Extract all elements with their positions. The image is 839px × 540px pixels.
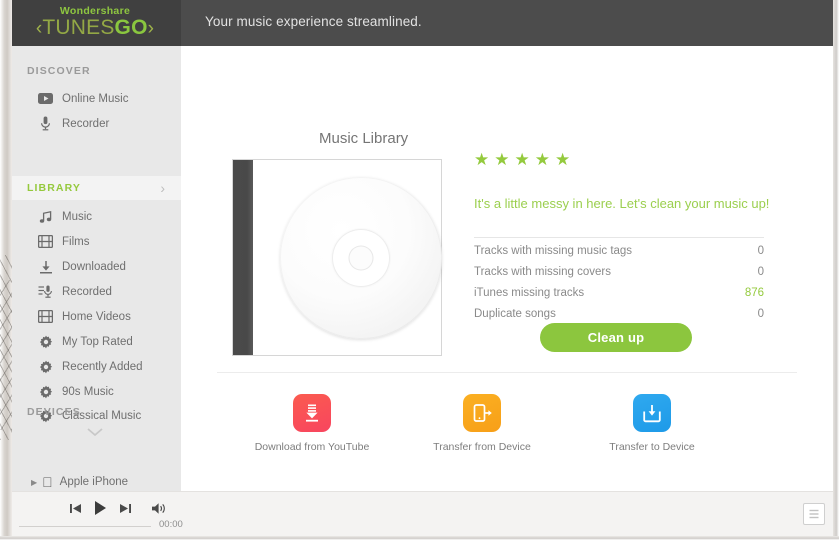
star-icon[interactable]: ★ — [515, 151, 530, 168]
stat-label: Tracks with missing music tags — [474, 245, 633, 257]
sidebar-item-downloaded[interactable]: Downloaded — [9, 254, 181, 279]
status-message: It's a little messy in here. Let's clean… — [474, 196, 770, 211]
sidebar-item-online-music[interactable]: Online Music — [9, 86, 181, 111]
stats-divider — [474, 237, 764, 238]
sidebar-item-label: Recently Added — [62, 360, 143, 373]
logo-text-tunes: TUNES — [42, 16, 115, 39]
page-title: Music Library — [319, 130, 409, 147]
download-youtube-icon — [293, 394, 331, 432]
album-art — [232, 159, 442, 356]
sidebar-item-home-videos[interactable]: Home Videos — [9, 304, 181, 329]
stat-row: iTunes missing tracks 876 — [474, 287, 764, 308]
stat-value: 0 — [757, 308, 764, 320]
sidebar-section-discover: DISCOVER — [27, 65, 91, 77]
film-icon — [37, 308, 54, 325]
chevron-down-icon — [87, 428, 103, 437]
gear-icon — [37, 333, 54, 350]
chevron-right-icon: › — [160, 180, 165, 196]
app-logo[interactable]: Wondershare ‹TUNESGO› — [9, 0, 181, 46]
sidebar-section-devices: DEVICES — [27, 406, 81, 418]
music-note-icon — [37, 208, 54, 225]
stat-value: 876 — [744, 287, 764, 299]
action-transfer-to-device[interactable]: Transfer to Device — [577, 394, 727, 453]
action-label: Transfer to Device — [609, 441, 695, 453]
action-transfer-from-device[interactable]: Transfer from Device — [407, 394, 557, 453]
film-icon — [37, 233, 54, 250]
stat-value: 0 — [757, 266, 764, 278]
stat-row: Tracks with missing covers 0 — [474, 266, 764, 287]
play-icon[interactable] — [93, 500, 108, 516]
transfer-to-device-icon — [633, 394, 671, 432]
volume-icon[interactable] — [151, 502, 167, 520]
action-label: Transfer from Device — [433, 441, 531, 453]
star-icon[interactable]: ★ — [474, 151, 489, 168]
sidebar-item-90s-music[interactable]: 90s Music — [9, 379, 181, 404]
gear-icon — [37, 358, 54, 375]
cd-case-spine — [233, 160, 253, 355]
transfer-from-device-icon — [463, 394, 501, 432]
sidebar-item-label: Online Music — [62, 92, 129, 105]
sidebar-item-recorder[interactable]: Recorder — [9, 111, 181, 136]
gear-icon — [37, 383, 54, 400]
logo-text-go: GO — [114, 16, 148, 39]
tunesgo-window: Wondershare ‹TUNESGO› Your music experie… — [0, 0, 839, 540]
previous-track-icon[interactable] — [69, 502, 82, 515]
player-time: 00:00 — [159, 519, 183, 530]
logo-tunesgo: ‹TUNESGO› — [36, 17, 154, 40]
stat-label: Duplicate songs — [474, 308, 556, 320]
sidebar-item-recorded[interactable]: Recorded — [9, 279, 181, 304]
sidebar-item-recently-added[interactable]: Recently Added — [9, 354, 181, 379]
sidebar-expand-more-button[interactable] — [9, 426, 181, 442]
disclosure-triangle-icon: ▶ — [31, 477, 38, 487]
sidebar-item-label: Downloaded — [62, 260, 126, 273]
content-divider — [217, 372, 797, 373]
rating-stars[interactable]: ★ ★ ★ ★ ★ — [474, 151, 570, 168]
stat-label: Tracks with missing covers — [474, 266, 611, 278]
sidebar-item-music[interactable]: Music — [9, 204, 181, 229]
sidebar-section-library[interactable]: LIBRARY › — [9, 176, 181, 200]
sidebar-item-my-top-rated[interactable]: My Top Rated — [9, 329, 181, 354]
player-bar: 00:00 — [9, 491, 839, 537]
next-track-icon[interactable] — [119, 502, 132, 515]
sidebar-item-label: Home Videos — [62, 310, 131, 323]
youtube-icon — [37, 90, 54, 107]
apple-icon:  — [42, 475, 53, 489]
stat-row: Tracks with missing music tags 0 — [474, 245, 764, 266]
microphone-icon — [37, 115, 54, 132]
quick-actions: Download from YouTube Transfer from Devi… — [217, 394, 797, 474]
sidebar-section-library-label: LIBRARY — [27, 182, 81, 194]
main-content: Music Library ★ ★ ★ ★ ★ It's a little me… — [181, 46, 833, 491]
star-icon[interactable]: ★ — [535, 151, 550, 168]
playlist-icon[interactable] — [803, 503, 825, 525]
download-icon — [37, 258, 54, 275]
sidebar-item-label: My Top Rated — [62, 335, 133, 348]
stat-value: 0 — [757, 245, 764, 257]
stat-label: iTunes missing tracks — [474, 287, 585, 299]
clean-up-button[interactable]: Clean up — [540, 323, 692, 352]
seek-slider[interactable] — [19, 526, 151, 527]
sidebar-item-label: Films — [62, 235, 90, 248]
sidebar-item-label: Recorder — [62, 117, 110, 130]
sidebar-item-label: 90s Music — [62, 385, 114, 398]
cd-center-hole — [348, 245, 374, 271]
playback-controls — [69, 500, 132, 516]
sidebar-item-label: Recorded — [62, 285, 112, 298]
action-download-from-youtube[interactable]: Download from YouTube — [237, 394, 387, 453]
star-icon[interactable]: ★ — [494, 151, 509, 168]
sidebar-item-label: Music — [62, 210, 93, 223]
sidebar: DISCOVER Online Music Recorder LIBRARY ›… — [9, 46, 181, 491]
header-tagline: Your music experience streamlined. — [205, 14, 422, 29]
action-label: Download from YouTube — [254, 441, 370, 453]
cd-disc-icon — [280, 177, 442, 339]
window-right-edge — [833, 0, 839, 540]
sidebar-item-label: Apple iPhone — [49, 476, 128, 488]
logo-paren-right: › — [147, 18, 155, 39]
app-header: Wondershare ‹TUNESGO› Your music experie… — [9, 0, 839, 46]
sidebar-item-films[interactable]: Films — [9, 229, 181, 254]
recorded-icon — [37, 283, 54, 300]
star-icon[interactable]: ★ — [555, 151, 570, 168]
sidebar-item-apple-iphone[interactable]: ▶  Apple iPhone — [9, 471, 181, 493]
